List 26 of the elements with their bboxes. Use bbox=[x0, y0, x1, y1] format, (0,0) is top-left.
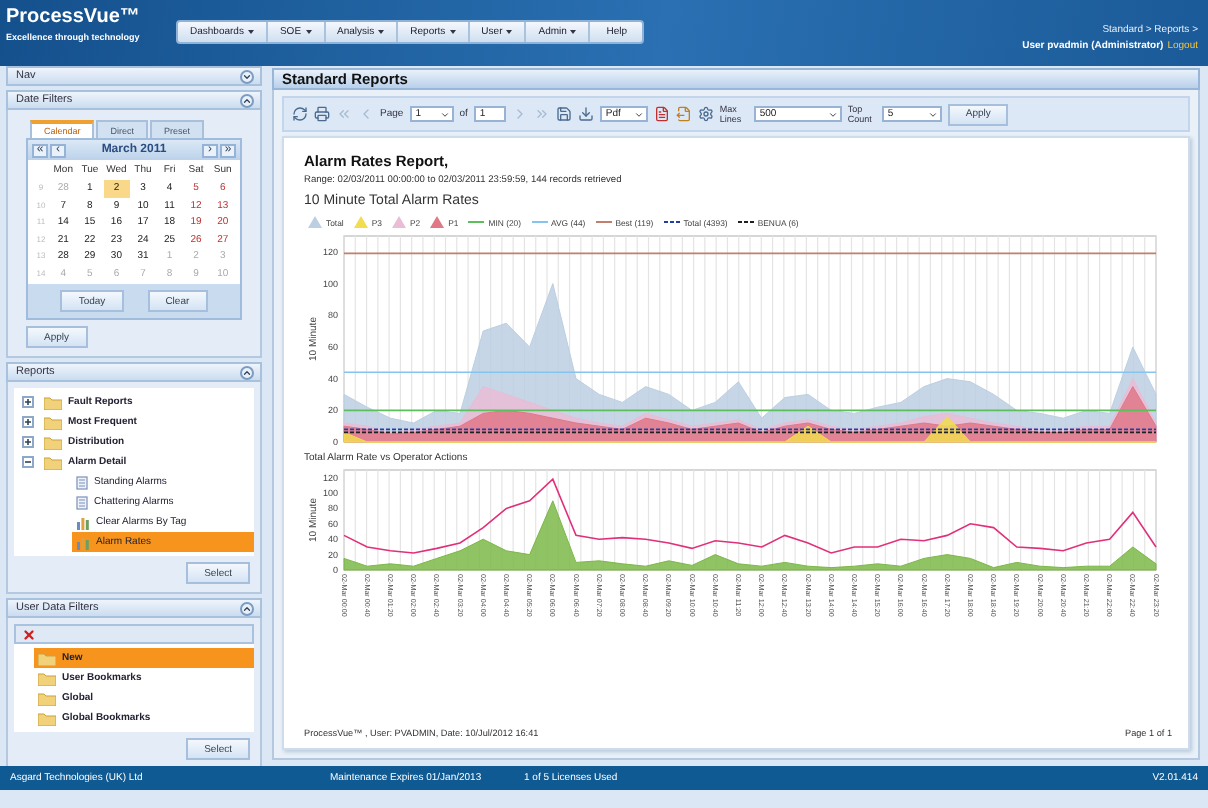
collapse-button[interactable] bbox=[240, 365, 254, 379]
caret-icon bbox=[570, 30, 577, 34]
logo: ProcessVue™ bbox=[6, 6, 142, 28]
caret-icon bbox=[633, 109, 644, 119]
caret-icon bbox=[506, 30, 513, 34]
caret-icon bbox=[247, 30, 254, 34]
bar-chart-icon bbox=[76, 535, 90, 549]
document-icon bbox=[76, 475, 88, 489]
collapse-button[interactable] bbox=[240, 601, 254, 615]
legend-swatch bbox=[308, 216, 322, 228]
delete-icon[interactable] bbox=[22, 627, 36, 641]
expand-icon[interactable] bbox=[22, 396, 34, 408]
caret-icon bbox=[305, 30, 312, 34]
caret-icon bbox=[378, 30, 385, 34]
legend-swatch bbox=[353, 216, 368, 228]
legend-swatch bbox=[430, 216, 445, 228]
legend-swatch bbox=[391, 216, 406, 228]
expand-button[interactable] bbox=[240, 69, 254, 83]
caret-icon bbox=[449, 30, 456, 34]
expand-icon[interactable] bbox=[22, 416, 34, 428]
expand-icon[interactable] bbox=[22, 436, 34, 448]
collapse-button[interactable] bbox=[240, 93, 254, 107]
collapse-icon[interactable] bbox=[22, 456, 34, 468]
caret-icon bbox=[439, 109, 450, 119]
bar-chart-icon bbox=[76, 515, 90, 529]
document-icon bbox=[76, 495, 88, 509]
